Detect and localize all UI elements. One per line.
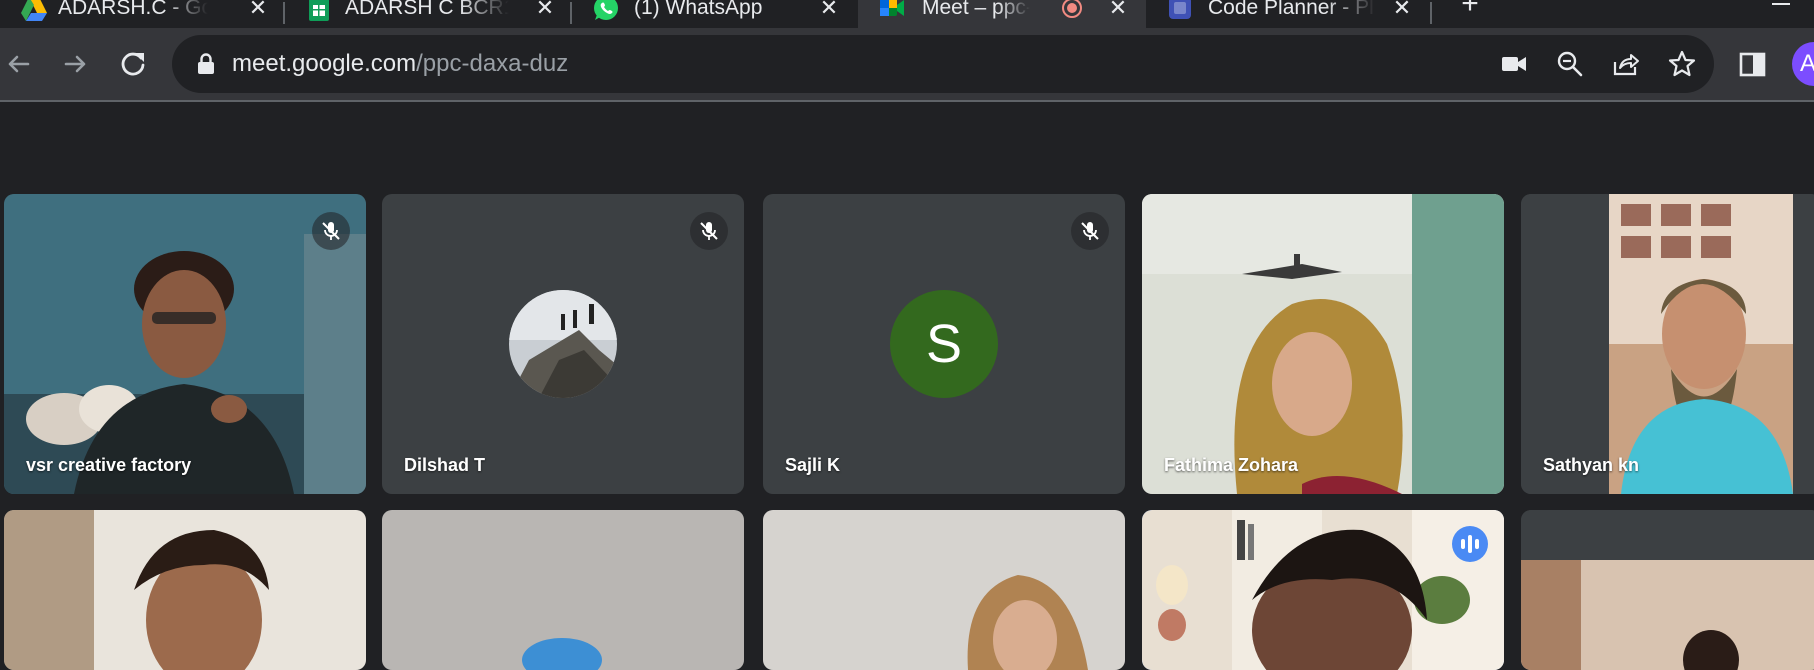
participant-tile[interactable]: S Sajli K xyxy=(763,194,1125,494)
app-icon xyxy=(1169,0,1191,19)
close-icon[interactable]: ✕ xyxy=(1104,0,1132,22)
tab-strip: ADARSH.C - Goog ✕ ADARSH C BCR12 ✕ (1) W… xyxy=(0,0,1814,28)
tab-title: ADARSH C BCR12 xyxy=(345,0,509,19)
mic-muted-icon xyxy=(1071,212,1109,250)
tab-code-planner[interactable]: Code Planner - Pl ✕ xyxy=(1148,0,1432,28)
mic-muted-icon xyxy=(312,212,350,250)
participant-tile[interactable]: Dilshad T xyxy=(382,194,744,494)
participant-tile[interactable] xyxy=(763,510,1125,670)
tab-google-drive[interactable]: ADARSH.C - Goog ✕ xyxy=(0,0,285,28)
participant-video xyxy=(1142,194,1504,494)
participant-tile[interactable]: Sathyan kn xyxy=(1521,194,1814,494)
tab-title: Code Planner - Pl xyxy=(1208,0,1374,19)
browser-toolbar: meet.google.com/ppc-daxa-duz A xyxy=(0,28,1814,102)
bookmark-star-icon[interactable] xyxy=(1668,50,1696,78)
tab-title: Meet – ppc-d xyxy=(922,0,1030,19)
close-icon[interactable]: ✕ xyxy=(1388,0,1416,22)
url-host: meet.google.com xyxy=(232,50,417,77)
tab-google-meet[interactable]: Meet – ppc-d ✕ xyxy=(858,0,1146,28)
side-panel-icon[interactable] xyxy=(1738,50,1768,80)
participant-video xyxy=(4,510,366,670)
google-meet-icon xyxy=(880,0,904,16)
google-sheets-icon xyxy=(309,0,329,21)
participant-video xyxy=(763,510,1125,670)
meet-participant-grid: vsr creative factory Dilshad T S Sajli K… xyxy=(0,102,1814,670)
participant-video xyxy=(1521,194,1814,494)
share-icon[interactable] xyxy=(1612,50,1640,78)
profile-avatar[interactable]: A xyxy=(1792,42,1814,86)
participant-tile[interactable]: Fathima Zohara xyxy=(1142,194,1504,494)
tab-google-sheets[interactable]: ADARSH C BCR12 ✕ xyxy=(285,0,572,28)
lock-icon[interactable] xyxy=(194,52,218,76)
back-arrow-icon[interactable] xyxy=(0,44,38,84)
minimize-icon[interactable] xyxy=(1772,0,1790,5)
url-path: /ppc-daxa-duz xyxy=(416,50,569,77)
speaking-indicator-icon xyxy=(1452,526,1488,562)
tab-whatsapp[interactable]: (1) WhatsApp ✕ xyxy=(572,0,856,28)
participant-tile[interactable] xyxy=(382,510,744,670)
participant-name: vsr creative factory xyxy=(26,455,192,475)
participant-tile[interactable]: vsr creative factory xyxy=(4,194,366,494)
participant-tile-speaking[interactable] xyxy=(1142,510,1504,670)
tab-title: (1) WhatsApp xyxy=(634,0,763,19)
google-drive-icon xyxy=(21,0,47,21)
reload-icon[interactable] xyxy=(113,44,153,84)
participant-video xyxy=(382,510,744,670)
zoom-out-icon[interactable] xyxy=(1556,50,1584,78)
avatar xyxy=(509,290,617,398)
camera-icon[interactable] xyxy=(1500,50,1528,78)
close-icon[interactable]: ✕ xyxy=(815,0,843,22)
participant-name: Sathyan kn xyxy=(1543,455,1640,475)
forward-arrow-icon[interactable] xyxy=(56,44,96,84)
close-icon[interactable]: ✕ xyxy=(244,0,272,22)
participant-video xyxy=(1142,510,1504,670)
participant-name: Fathima Zohara xyxy=(1164,455,1299,475)
participant-tile[interactable] xyxy=(4,510,366,670)
participant-name: Sajli K xyxy=(785,455,841,475)
avatar-letter: S xyxy=(890,290,998,398)
recording-icon xyxy=(1062,0,1082,18)
tab-title: ADARSH.C - Goog xyxy=(58,0,208,19)
participant-tile[interactable] xyxy=(1521,510,1814,670)
whatsapp-icon xyxy=(594,0,618,20)
new-tab-button[interactable]: + xyxy=(1456,0,1484,19)
participant-name: Dilshad T xyxy=(404,455,486,475)
address-bar[interactable]: meet.google.com/ppc-daxa-duz xyxy=(172,35,1714,93)
tab-divider xyxy=(1430,2,1432,24)
participant-video xyxy=(4,194,366,494)
close-icon[interactable]: ✕ xyxy=(531,0,559,22)
mic-muted-icon xyxy=(690,212,728,250)
url-text[interactable]: meet.google.com/ppc-daxa-duz xyxy=(232,49,568,79)
participant-video xyxy=(1521,510,1814,670)
